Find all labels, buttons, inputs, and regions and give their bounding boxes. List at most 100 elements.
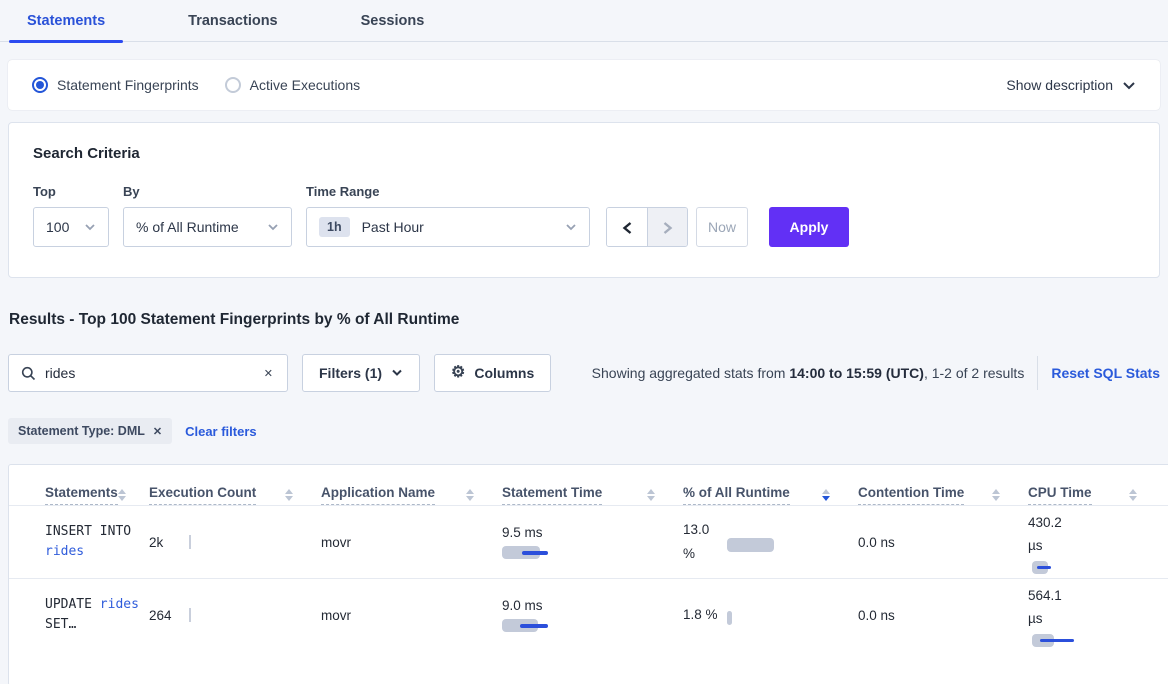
column-header-contention-time[interactable]: Contention Time [858, 485, 1028, 505]
by-value: % of All Runtime [136, 219, 239, 235]
top-value: 100 [46, 219, 69, 235]
filter-pill-label: Statement Type: DML [18, 424, 145, 438]
gear-icon: ⚙ [451, 365, 465, 381]
sort-icon[interactable] [647, 489, 655, 501]
time-range-label: Time Range [306, 184, 590, 199]
radio-unselected-icon[interactable] [225, 77, 241, 93]
column-header-execution-count[interactable]: Execution Count [149, 485, 321, 505]
statement-text: INSERT INTO [45, 524, 131, 539]
pct-runtime-cell: 1.8 % [683, 603, 858, 627]
top-field: Top 100 [33, 184, 109, 247]
filters-button[interactable]: Filters (1) [302, 354, 420, 392]
sort-icon[interactable] [992, 489, 1000, 501]
radio-label: Statement Fingerprints [57, 77, 199, 93]
cpu-time-bar [1032, 634, 1145, 647]
chevron-left-icon [622, 221, 633, 235]
statement-link[interactable]: rides [100, 597, 139, 612]
sort-icon[interactable] [1129, 489, 1137, 501]
execution-count-cell: 264 [149, 608, 321, 623]
radio-active-executions[interactable]: Active Executions [225, 77, 361, 93]
cpu-time-value: 430.2 µs [1028, 511, 1076, 557]
search-criteria-panel: Search Criteria Top 100 By % of All Runt… [8, 122, 1160, 278]
cpu-time-bar [1032, 561, 1145, 574]
top-tab-bar: Statements Transactions Sessions [0, 0, 1168, 42]
remove-filter-icon[interactable]: ✕ [153, 425, 162, 438]
statement-cell: UPDATE rides SET… [9, 595, 149, 635]
chevron-down-icon [391, 369, 403, 377]
radio-label: Active Executions [250, 77, 361, 93]
statement-link[interactable]: rides [45, 544, 84, 559]
cpu-time-value: 564.1 µs [1028, 584, 1076, 630]
clear-search-icon[interactable]: ✕ [262, 365, 275, 382]
filters-label: Filters (1) [319, 365, 382, 381]
statement-time-cell: 9.5 ms [502, 525, 683, 559]
previous-range-button[interactable] [607, 208, 647, 247]
results-toolbar: ✕ Filters (1) ⚙ Columns Showing aggregat… [8, 354, 1160, 392]
table-row[interactable]: INSERT INTO rides 2k movr 9.5 ms 13.0 % … [9, 505, 1168, 578]
statement-time-cell: 9.0 ms [502, 598, 683, 632]
cpu-time-cell: 564.1 µs [1028, 584, 1165, 647]
top-select[interactable]: 100 [33, 207, 109, 247]
statement-time-value: 9.5 ms [502, 525, 663, 540]
chevron-down-icon [267, 223, 279, 231]
chevron-right-icon [662, 221, 673, 235]
column-header-application-name[interactable]: Application Name [321, 485, 502, 505]
table-row[interactable]: UPDATE rides SET… 264 movr 9.0 ms 1.8 % … [9, 578, 1168, 651]
column-header-statements[interactable]: Statements [9, 485, 149, 505]
sort-icon[interactable] [118, 489, 126, 501]
column-header-statement-time[interactable]: Statement Time [502, 485, 683, 505]
sort-icon[interactable] [466, 489, 474, 501]
tab-transactions[interactable]: Transactions [170, 2, 295, 41]
next-range-button[interactable] [647, 208, 687, 247]
sort-icon[interactable] [285, 489, 293, 501]
radio-statement-fingerprints[interactable]: Statement Fingerprints [32, 77, 199, 93]
pct-runtime-value: 13.0 % [683, 518, 725, 566]
statement-time-value: 9.0 ms [502, 598, 663, 613]
columns-button[interactable]: ⚙ Columns [434, 354, 551, 392]
time-range-badge: 1h [319, 217, 350, 237]
pct-runtime-value: 1.8 % [683, 603, 725, 627]
search-criteria-title: Search Criteria [33, 145, 1135, 162]
chevron-down-icon [84, 223, 96, 231]
statement-text: UPDATE [45, 597, 100, 612]
view-toggle-bar: Statement Fingerprints Active Executions… [8, 60, 1160, 110]
clear-filters-link[interactable]: Clear filters [185, 424, 257, 439]
execution-count-value: 264 [149, 608, 189, 623]
radio-selected-icon[interactable] [32, 77, 48, 93]
tab-sessions[interactable]: Sessions [343, 2, 443, 41]
tab-statements[interactable]: Statements [9, 2, 123, 41]
execution-count-cell: 2k [149, 535, 321, 550]
sort-desc-icon[interactable] [822, 489, 830, 501]
by-field: By % of All Runtime [109, 184, 292, 247]
results-heading: Results - Top 100 Statement Fingerprints… [9, 311, 1159, 329]
divider [1037, 356, 1038, 390]
search-box[interactable]: ✕ [8, 354, 288, 392]
execution-count-value: 2k [149, 535, 189, 550]
statement-text: SET… [45, 617, 76, 632]
by-select[interactable]: % of All Runtime [123, 207, 292, 247]
time-range-select[interactable]: 1h Past Hour [306, 207, 590, 247]
now-button[interactable]: Now [696, 207, 748, 247]
column-header-pct-runtime[interactable]: % of All Runtime [683, 485, 858, 505]
cpu-time-cell: 430.2 µs [1028, 511, 1165, 574]
statement-time-bar [502, 546, 663, 559]
table-header-row: Statements Execution Count Application N… [9, 465, 1168, 505]
apply-button[interactable]: Apply [769, 207, 849, 247]
by-label: By [123, 184, 292, 199]
toolbar-right: Showing aggregated stats from 14:00 to 1… [592, 356, 1160, 390]
show-description-label: Show description [1006, 77, 1113, 93]
filter-pill-statement-type[interactable]: Statement Type: DML ✕ [8, 418, 172, 444]
show-description-toggle[interactable]: Show description [1006, 77, 1136, 93]
search-icon [21, 366, 36, 381]
aggregated-stats-text: Showing aggregated stats from 14:00 to 1… [592, 365, 1025, 381]
statement-cell: INSERT INTO rides [9, 522, 149, 562]
reset-sql-stats-link[interactable]: Reset SQL Stats [1051, 365, 1160, 381]
chevron-down-icon [1122, 81, 1136, 90]
chevron-down-icon [565, 223, 577, 231]
contention-time-cell: 0.0 ns [858, 535, 1028, 550]
execution-count-bar [189, 608, 191, 622]
search-input[interactable] [45, 365, 262, 381]
time-range-field: Time Range 1h Past Hour [292, 184, 590, 247]
statements-table: Statements Execution Count Application N… [8, 464, 1168, 684]
column-header-cpu-time[interactable]: CPU Time [1028, 485, 1165, 505]
